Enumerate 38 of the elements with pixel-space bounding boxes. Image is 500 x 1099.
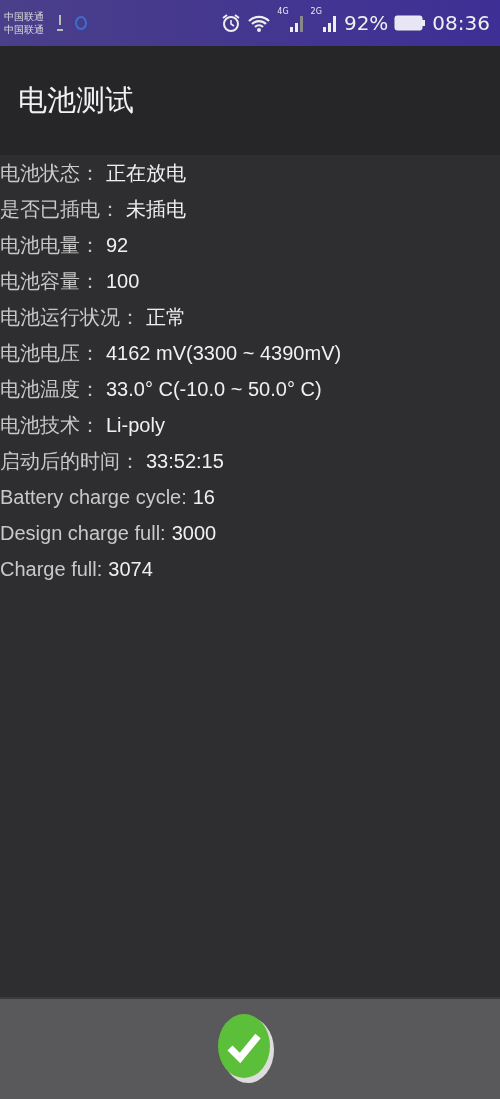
info-label: 电池状态： bbox=[0, 160, 100, 186]
info-label: 电池容量： bbox=[0, 268, 100, 294]
info-label: Battery charge cycle: bbox=[0, 485, 187, 509]
circle-icon bbox=[74, 15, 88, 31]
info-value: 100 bbox=[106, 269, 140, 293]
info-value: 正常 bbox=[146, 304, 186, 330]
info-value: 未插电 bbox=[126, 196, 186, 222]
info-value: 正在放电 bbox=[106, 160, 186, 186]
info-value: Li-poly bbox=[106, 413, 165, 437]
info-label: 电池技术： bbox=[0, 412, 100, 438]
info-value: 92 bbox=[106, 233, 129, 257]
info-value: 16 bbox=[192, 485, 215, 509]
info-label: 电池电量： bbox=[0, 232, 100, 258]
app-title: 电池测试 bbox=[18, 81, 134, 119]
info-label: Charge full: bbox=[0, 557, 103, 581]
info-label: 启动后的时间： bbox=[0, 448, 140, 474]
info-label: Design charge full: bbox=[0, 521, 166, 545]
info-value: 4162 mV(3300 ~ 4390mV) bbox=[106, 341, 342, 365]
wifi-icon bbox=[247, 13, 272, 33]
battery-percent: 92% bbox=[343, 11, 389, 35]
signal-icon bbox=[321, 13, 338, 33]
battery-icon bbox=[394, 14, 427, 32]
info-value: 33:52:15 bbox=[146, 449, 224, 473]
carrier-name: 中国联通 bbox=[4, 10, 44, 23]
info-label: 电池电压： bbox=[0, 340, 100, 366]
network-type: 2G bbox=[310, 7, 322, 16]
info-label: 电池运行状况： bbox=[0, 304, 140, 330]
alarm-icon bbox=[221, 13, 242, 33]
clock-time: 08:36 bbox=[432, 11, 490, 35]
info-label: 是否已插电： bbox=[0, 196, 120, 222]
info-value: 33.0° C(-10.0 ~ 50.0° C) bbox=[106, 377, 322, 401]
carrier-name: 中国联通 bbox=[4, 23, 44, 36]
info-label: 电池温度： bbox=[0, 376, 100, 402]
network-type: 4G bbox=[277, 7, 289, 16]
usb-icon bbox=[56, 13, 64, 33]
info-value: 3074 bbox=[108, 557, 153, 581]
info-value: 3000 bbox=[171, 521, 217, 545]
signal-icon bbox=[288, 13, 305, 33]
